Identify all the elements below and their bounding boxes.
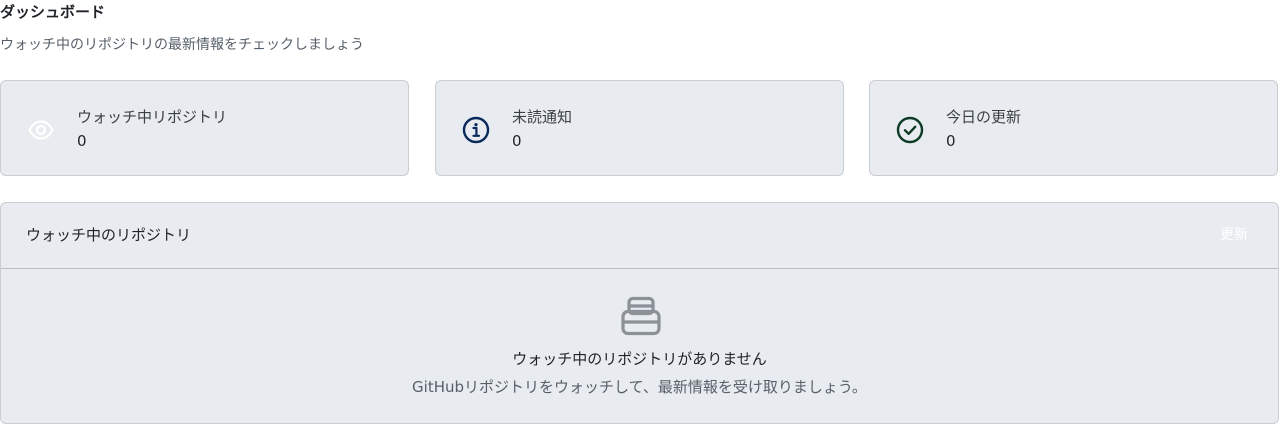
page-title: ダッシュボード	[0, 3, 106, 21]
dashboard-page: ダッシュボード ウォッチ中のリポジトリの最新情報をチェックしましょう ウォッチ中…	[0, 0, 1280, 425]
stat-label: 未読通知	[512, 108, 573, 126]
stat-card-unread-notifications: 未読通知 0	[435, 80, 844, 176]
info-icon	[462, 116, 490, 144]
stat-card-today-updates: 今日の更新 0	[869, 80, 1278, 176]
eye-icon	[27, 116, 55, 144]
watched-repos-panel: ウォッチ中のリポジトリ 更新 ウォッチ中のリポジトリがありません GitHubリ…	[0, 202, 1279, 424]
empty-state-description: GitHubリポジトリをウォッチして、最新情報を受け取りましょう。	[412, 378, 867, 396]
check-circle-icon	[896, 116, 924, 144]
panel-title: ウォッチ中のリポジトリ	[26, 226, 192, 244]
refresh-button[interactable]: 更新	[1220, 225, 1248, 245]
panel-header: ウォッチ中のリポジトリ 更新	[1, 203, 1278, 269]
inbox-icon	[620, 295, 662, 337]
empty-state-title: ウォッチ中のリポジトリがありません	[512, 350, 767, 368]
stat-label: 今日の更新	[946, 108, 1022, 126]
stat-value: 0	[946, 132, 956, 150]
page-subtitle: ウォッチ中のリポジトリの最新情報をチェックしましょう	[0, 37, 364, 53]
stat-value: 0	[77, 132, 87, 150]
stat-card-watched-repos: ウォッチ中リポジトリ 0	[0, 80, 409, 176]
stat-value: 0	[512, 132, 522, 150]
stat-label: ウォッチ中リポジトリ	[77, 108, 228, 126]
